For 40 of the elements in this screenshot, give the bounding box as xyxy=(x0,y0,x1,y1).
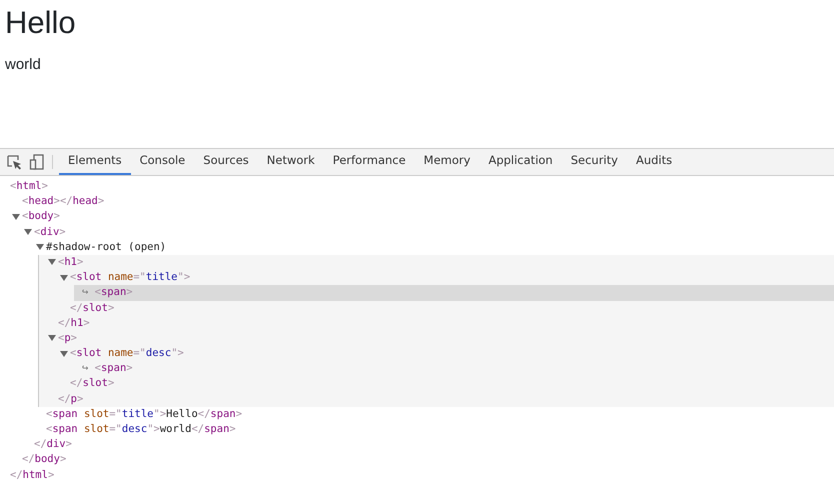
expanded-triangle-icon[interactable] xyxy=(60,350,68,358)
dom-node[interactable]: <head></head> xyxy=(22,195,104,208)
expanded-triangle-icon[interactable] xyxy=(48,258,56,266)
expanded-triangle-icon[interactable] xyxy=(24,228,32,236)
dom-node[interactable]: <span slot="title">Hello</span> xyxy=(46,408,242,420)
expanded-triangle-icon[interactable] xyxy=(60,274,68,282)
dom-node[interactable]: <div> xyxy=(34,226,66,238)
dom-node[interactable]: <slot name="desc"> xyxy=(70,347,184,360)
panel-tab[interactable]: Console xyxy=(130,149,194,175)
expanded-triangle-icon[interactable] xyxy=(36,243,44,252)
dom-node[interactable]: </slot> xyxy=(70,377,114,390)
expanded-triangle-icon[interactable] xyxy=(48,334,56,342)
slotted-node-link[interactable]: ↪ <span> xyxy=(82,286,133,298)
dom-node[interactable]: </p> xyxy=(58,392,84,405)
panel-tab[interactable]: Network xyxy=(258,149,324,175)
dom-node[interactable]: <p> xyxy=(58,332,77,344)
dom-node[interactable]: </slot> xyxy=(70,302,114,314)
dom-node[interactable]: <html> xyxy=(10,180,48,192)
dom-node[interactable]: </h1> xyxy=(58,316,90,329)
page-heading: Hello xyxy=(5,6,77,40)
panel-tab[interactable]: Application xyxy=(479,149,562,175)
page-paragraph: world xyxy=(5,55,42,76)
panel-tab[interactable]: Performance xyxy=(324,149,415,175)
expanded-triangle-icon[interactable] xyxy=(12,212,20,221)
panel-tab[interactable]: Elements xyxy=(59,149,131,175)
panel-tab[interactable]: Audits xyxy=(626,149,682,175)
shadow-root-node[interactable]: #shadow-root (open) xyxy=(46,240,166,253)
panel-tab[interactable]: Memory xyxy=(414,149,480,175)
panel-tab[interactable]: Sources xyxy=(194,149,258,175)
device-toggle-icon[interactable] xyxy=(28,153,46,171)
dom-node[interactable]: <body> xyxy=(22,210,60,222)
dom-node[interactable]: <slot name="title"> xyxy=(70,271,190,284)
panel-tab[interactable]: Security xyxy=(562,149,627,175)
dom-node[interactable]: </div> xyxy=(34,438,72,450)
dom-node[interactable]: <h1> xyxy=(58,256,84,268)
dom-node[interactable]: <span slot="desc">world</span> xyxy=(46,423,236,435)
dom-node[interactable]: </body> xyxy=(22,453,66,466)
dom-node[interactable]: </html> xyxy=(10,468,54,481)
slotted-node-link[interactable]: ↪ <span> xyxy=(82,362,133,374)
inspect-icon[interactable] xyxy=(5,153,23,171)
